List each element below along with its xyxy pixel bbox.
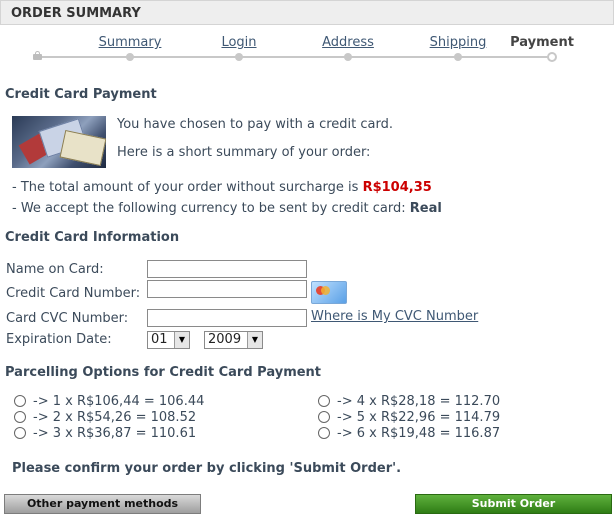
currency-line: - We accept the following currency to be… xyxy=(12,201,442,216)
parcel-option[interactable]: -> 3 x R$36,87 = 110.61 xyxy=(14,426,196,442)
cvc-label: Card CVC Number: xyxy=(6,311,129,326)
card-number-label: Credit Card Number: xyxy=(6,286,141,301)
name-on-card-input[interactable] xyxy=(147,260,307,278)
total-text: - The total amount of your order without… xyxy=(12,180,363,195)
year-value: 2009 xyxy=(208,332,242,347)
parcel-option-label: -> 3 x R$36,87 = 110.61 xyxy=(33,426,197,441)
parcel-option-label: -> 4 x R$28,18 = 112.70 xyxy=(337,394,501,409)
expiration-label: Expiration Date: xyxy=(6,332,112,347)
chevron-down-icon[interactable]: ▼ xyxy=(247,332,262,348)
credit-card-icon xyxy=(311,281,347,304)
currency-text: - We accept the following currency to be… xyxy=(12,201,410,216)
order-summary-header: ORDER SUMMARY xyxy=(0,0,614,25)
progress-line xyxy=(38,56,552,58)
chevron-down-icon[interactable]: ▼ xyxy=(174,332,189,348)
payment-intro: You have chosen to pay with a credit car… xyxy=(117,117,394,132)
credit-card-information-title: Credit Card Information xyxy=(5,230,180,245)
parcel-option[interactable]: -> 2 x R$54,26 = 108.52 xyxy=(14,410,196,426)
radio-button[interactable] xyxy=(14,427,26,439)
parcelling-title: Parcelling Options for Credit Card Payme… xyxy=(5,365,322,380)
credit-card-payment-title: Credit Card Payment xyxy=(5,87,157,102)
parcel-option-label: -> 1 x R$106,44 = 106.44 xyxy=(33,394,205,409)
expiration-year-select[interactable]: 2009 ▼ xyxy=(204,331,263,349)
order-summary-title: ORDER SUMMARY xyxy=(11,6,141,21)
step-dot xyxy=(235,53,243,61)
confirm-instruction: Please confirm your order by clicking 'S… xyxy=(12,461,402,476)
step-dot xyxy=(454,53,462,61)
radio-button[interactable] xyxy=(14,411,26,423)
card-number-input[interactable] xyxy=(147,280,307,298)
month-value: 01 xyxy=(151,332,168,347)
parcel-option-label: -> 2 x R$54,26 = 108.52 xyxy=(33,410,197,425)
step-login[interactable]: Login xyxy=(221,35,256,50)
radio-button[interactable] xyxy=(318,395,330,407)
radio-button[interactable] xyxy=(318,411,330,423)
radio-button[interactable] xyxy=(318,427,330,439)
credit-cards-image xyxy=(12,116,106,168)
parcel-option[interactable]: -> 1 x R$106,44 = 106.44 xyxy=(14,394,204,410)
step-dot xyxy=(126,53,134,61)
cvc-input[interactable] xyxy=(147,309,307,327)
parcel-option[interactable]: -> 4 x R$28,18 = 112.70 xyxy=(318,394,500,410)
cvc-help-link[interactable]: Where is My CVC Number xyxy=(311,309,478,324)
parcel-option[interactable]: -> 6 x R$19,48 = 116.87 xyxy=(318,426,500,442)
parcel-option[interactable]: -> 5 x R$22,96 = 114.79 xyxy=(318,410,500,426)
step-shipping[interactable]: Shipping xyxy=(430,35,487,50)
step-payment: Payment xyxy=(510,35,574,50)
parcel-option-label: -> 5 x R$22,96 = 114.79 xyxy=(337,410,501,425)
lock-icon xyxy=(33,51,42,60)
step-dot-current xyxy=(547,52,557,62)
submit-order-button[interactable]: Submit Order xyxy=(415,494,612,514)
parcel-option-label: -> 6 x R$19,48 = 116.87 xyxy=(337,426,501,441)
step-address[interactable]: Address xyxy=(322,35,374,50)
name-on-card-label: Name on Card: xyxy=(6,262,104,277)
step-summary[interactable]: Summary xyxy=(99,35,162,50)
radio-button[interactable] xyxy=(14,395,26,407)
other-payment-methods-button[interactable]: Other payment methods xyxy=(4,494,201,514)
expiration-month-select[interactable]: 01 ▼ xyxy=(147,331,190,349)
checkout-progress: Summary Login Address Shipping Payment xyxy=(0,30,616,66)
currency-value: Real xyxy=(409,201,442,216)
total-line: - The total amount of your order without… xyxy=(12,180,432,195)
summary-intro: Here is a short summary of your order: xyxy=(117,145,371,160)
total-amount: R$104,35 xyxy=(362,180,432,195)
step-dot xyxy=(344,53,352,61)
